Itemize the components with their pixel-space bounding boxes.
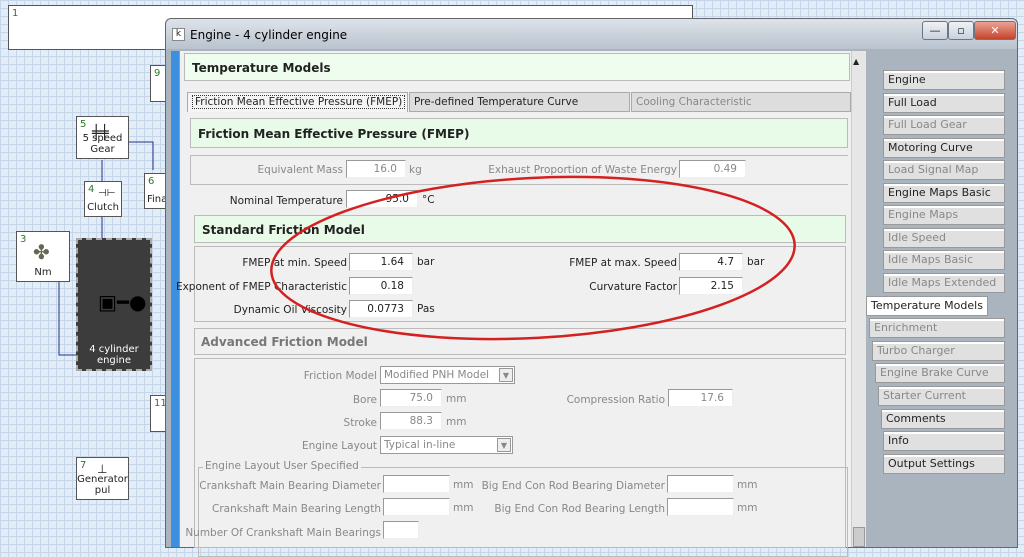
exhaust-proportion-label: Exhaust Proportion of Waste Energy (488, 164, 677, 176)
stroke-input[interactable]: 88.3 (380, 412, 442, 430)
curvature-input[interactable]: 2.15 (679, 277, 743, 295)
cmb-diameter-unit: mm (453, 479, 474, 491)
advanced-section-title: Advanced Friction Model (194, 328, 846, 355)
fmep-max-label: FMEP at max. Speed (569, 257, 677, 269)
side-tab-enrichment[interactable]: Enrichment (869, 318, 1005, 338)
window-title: Engine - 4 cylinder engine (190, 28, 348, 42)
viscosity-label: Dynamic Oil Viscosity (233, 304, 347, 316)
friction-model-label: Friction Model (303, 370, 377, 382)
cmb-length-label: Crankshaft Main Bearing Length (212, 503, 381, 515)
stroke-label: Stroke (343, 417, 377, 429)
equivalent-mass-input[interactable]: 16.0 (346, 160, 406, 178)
diagram-connections (58, 141, 154, 356)
bec-length-label: Big End Con Rod Bearing Length (494, 503, 665, 515)
app-icon: k (172, 28, 185, 41)
viscosity-unit: Pas (417, 303, 435, 315)
bore-unit: mm (446, 393, 467, 405)
page-title: Temperature Models (184, 53, 850, 81)
side-tab-engine-brake-curve[interactable]: Engine Brake Curve (875, 363, 1005, 383)
side-tab-output-settings[interactable]: Output Settings (883, 454, 1005, 474)
side-tab-idle-maps-extended[interactable]: Idle Maps Extended (883, 273, 1005, 293)
side-tab-full-load-characteristic[interactable]: Full Load Characteristic (883, 93, 1005, 127)
side-tab-info[interactable]: Info (883, 431, 1005, 451)
compression-ratio-label: Compression Ratio (566, 394, 665, 406)
engine-layout-select[interactable]: Typical in-line ▼ (380, 436, 513, 454)
fmep-max-input[interactable]: 4.7 (679, 253, 743, 271)
side-tab-engine-maps-basic[interactable]: Engine Maps Basic (883, 183, 1005, 203)
side-tab-idle-maps-basic[interactable]: Idle Maps Basic (883, 250, 1005, 270)
bec-diameter-label: Big End Con Rod Bearing Diameter (481, 480, 665, 492)
viscosity-input[interactable]: 0.0773 (349, 300, 413, 318)
standard-section-title: Standard Friction Model (194, 215, 846, 243)
side-tab-starter-current-curves[interactable]: Starter Current Curves (878, 386, 1005, 420)
cmb-diameter-label: Crankshaft Main Bearing Diameter (199, 480, 381, 492)
minimize-button[interactable]: — (922, 21, 948, 40)
title-bar[interactable]: k Engine - 4 cylinder engine — ▫ ✕ (166, 19, 1017, 51)
side-tab-full-load-gear-dependent[interactable]: Full Load Gear Dependent (883, 115, 1005, 149)
fmep-section-title: Friction Mean Effective Pressure (FMEP) (190, 118, 848, 148)
nominal-temperature-label: Nominal Temperature (229, 195, 343, 207)
cmb-length-input[interactable] (383, 498, 450, 516)
fmep-max-unit: bar (747, 256, 765, 268)
equivalent-mass-unit: kg (409, 164, 422, 176)
fmep-min-input[interactable]: 1.64 (349, 253, 413, 271)
cmb-length-unit: mm (453, 502, 474, 514)
nominal-temperature-unit: °C (422, 194, 435, 206)
chevron-down-icon: ▼ (497, 438, 511, 452)
scroll-thumb[interactable] (853, 527, 865, 547)
maximize-button[interactable]: ▫ (948, 21, 974, 40)
side-tab-turbo-charger[interactable]: Turbo Charger (872, 341, 1005, 361)
side-tab-idle-speed-characteristic[interactable]: Idle Speed Characteristic (883, 228, 1005, 262)
bore-input[interactable]: 75.0 (380, 389, 442, 407)
exponent-label: Exponent of FMEP Characteristic (175, 281, 347, 293)
engine-layout-group-title: Engine Layout User Specified (203, 460, 361, 472)
curvature-label: Curvature Factor (589, 281, 677, 293)
bore-label: Bore (352, 394, 377, 406)
fmep-min-unit: bar (417, 256, 435, 268)
tab-predefined-temperature[interactable]: Pre-defined Temperature Curve (409, 92, 630, 112)
bec-length-unit: mm (737, 502, 758, 514)
num-bearings-input[interactable] (383, 521, 419, 539)
window-frame-accent (171, 51, 179, 547)
friction-model-value: Modified PNH Model (384, 369, 490, 381)
side-tab-load-signal-map[interactable]: Load Signal Map (883, 160, 1005, 180)
num-bearings-label: Number Of Crankshaft Main Bearings (185, 527, 381, 539)
engine-layout-value: Typical in-line (384, 439, 456, 451)
bec-diameter-unit: mm (737, 479, 758, 491)
bec-diameter-input[interactable] (667, 475, 734, 493)
scroll-up-icon[interactable]: ▲ (853, 57, 859, 66)
tab-cooling[interactable]: Cooling Characteristic (631, 92, 851, 112)
stroke-unit: mm (446, 416, 467, 428)
chevron-down-icon: ▼ (499, 368, 513, 382)
cmb-diameter-input[interactable] (383, 475, 450, 493)
equivalent-mass-label: Equivalent Mass (257, 164, 343, 176)
side-tab-engine[interactable]: Engine (883, 70, 1005, 90)
tab-fmep[interactable]: Friction Mean Effective Pressure (FMEP) (187, 92, 408, 112)
fmep-min-label: FMEP at min. Speed (242, 257, 347, 269)
side-tab-engine-maps-extended[interactable]: Engine Maps Extended (883, 205, 1005, 239)
nominal-temperature-input[interactable]: 95.0 (346, 190, 418, 208)
friction-model-select[interactable]: Modified PNH Model ▼ (380, 366, 515, 384)
vertical-scrollbar[interactable]: ▲ (851, 51, 866, 547)
close-button[interactable]: ✕ (974, 21, 1016, 40)
side-tab-motoring-curve[interactable]: Motoring Curve (883, 138, 1005, 158)
exponent-input[interactable]: 0.18 (349, 277, 413, 295)
compression-ratio-input[interactable]: 17.6 (668, 389, 733, 407)
engine-layout-label: Engine Layout (301, 440, 377, 452)
side-tab-comments[interactable]: Comments (881, 409, 1005, 429)
side-tab-temperature-models[interactable]: Temperature Models (866, 296, 988, 316)
exhaust-proportion-input[interactable]: 0.49 (679, 160, 746, 178)
bec-length-input[interactable] (667, 498, 734, 516)
